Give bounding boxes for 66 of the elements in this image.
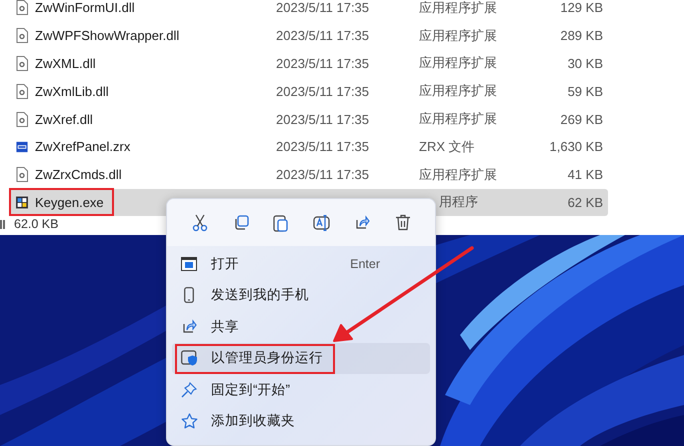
file-type: 应用程序扩展 bbox=[419, 0, 498, 17]
menu-item[interactable]: 以管理员身份运行 bbox=[172, 342, 430, 374]
file-type: 应用程序扩展 bbox=[419, 26, 498, 45]
file-size: 1,630 KB bbox=[550, 139, 603, 154]
file-gear-icon bbox=[16, 167, 28, 182]
file-gear-icon bbox=[16, 28, 28, 44]
zrx-file-icon bbox=[16, 140, 28, 154]
file-date: 2023/5/11 17:35 bbox=[276, 167, 370, 182]
file-type: 应用程序扩展 bbox=[419, 54, 498, 72]
file-row[interactable]: ZwXrefPanel.zrx 2023/5/11 17:35 ZRX 文件 1,630 KB bbox=[10, 132, 608, 161]
file-name: ZwZrxCmds.dll bbox=[35, 167, 123, 182]
file-size: 129 KB bbox=[560, 0, 603, 16]
file-name: ZwXML.dll bbox=[35, 56, 97, 71]
file-gear-icon bbox=[16, 112, 28, 127]
file-size: 41 KB bbox=[568, 167, 603, 182]
phone-icon bbox=[184, 287, 194, 304]
menu-item[interactable]: 共享 bbox=[172, 311, 430, 342]
file-row[interactable]: ZwXML.dll 2023/5/11 17:35 应用程序扩展 30 KB bbox=[10, 50, 608, 78]
file-date: 2023/5/11 17:35 bbox=[276, 139, 370, 154]
share-icon[interactable] bbox=[354, 214, 370, 230]
rename-icon[interactable] bbox=[312, 214, 331, 230]
file-row[interactable]: ZwZrxCmds.dll 2023/5/11 17:35 应用程序扩展 41 KB bbox=[10, 160, 608, 189]
file-type: 用程序 bbox=[438, 193, 479, 212]
file-gear-icon bbox=[16, 84, 28, 99]
selection-size: 62.0 KB bbox=[14, 217, 58, 231]
file-date: 2023/5/11 17:35 bbox=[276, 56, 370, 71]
application-icon bbox=[16, 194, 28, 210]
file-type: 应用程序扩展 bbox=[419, 110, 498, 128]
file-row[interactable]: ZwWPFShowWrapper.dll 2023/5/11 17:35 应用程序扩展 289 KB bbox=[10, 22, 608, 50]
shield-window-icon bbox=[180, 350, 198, 366]
file-size: 59 KB bbox=[568, 84, 603, 99]
delete-icon[interactable] bbox=[394, 214, 411, 231]
file-type: 应用程序扩展 bbox=[419, 166, 498, 184]
file-name: Keygen.exe bbox=[35, 194, 105, 210]
file-size: 30 KB bbox=[568, 56, 603, 71]
file-row[interactable]: ZwXref.dll 2023/5/11 17:35 应用程序扩展 269 KB bbox=[10, 105, 608, 133]
file-row[interactable]: ZwXmlLib.dll 2023/5/11 17:35 应用程序扩展 59 KB bbox=[10, 77, 608, 106]
file-size: 269 KB bbox=[560, 112, 603, 127]
menu-item[interactable]: 发送到我的手机 bbox=[172, 280, 430, 311]
menu-item[interactable]: 打开 Enter bbox=[172, 248, 430, 280]
file-name: ZwWinFormUI.dll bbox=[35, 0, 136, 16]
cut-icon[interactable] bbox=[192, 214, 208, 232]
window-icon bbox=[181, 256, 197, 271]
paste-icon[interactable] bbox=[273, 214, 290, 232]
file-date: 2023/5/11 17:35 bbox=[276, 28, 370, 44]
file-row[interactable]: ZwWinFormUI.dll 2023/5/11 17:35 应用程序扩展 129 KB bbox=[10, 0, 608, 22]
file-name: ZwWPFShowWrapper.dll bbox=[35, 28, 180, 44]
share-icon bbox=[181, 318, 197, 335]
file-date: 2023/5/11 17:35 bbox=[276, 0, 370, 16]
file-type: ZRX 文件 bbox=[419, 138, 476, 156]
menu-item[interactable]: 添加到收藏夹 bbox=[172, 406, 430, 437]
file-size: 289 KB bbox=[560, 28, 603, 44]
file-size: 62 KB bbox=[568, 194, 603, 210]
file-date: 2023/5/11 17:35 bbox=[276, 84, 370, 99]
file-name: ZwXrefPanel.zrx bbox=[35, 139, 132, 154]
view-icon[interactable] bbox=[0, 220, 5, 228]
file-type: 应用程序扩展 bbox=[419, 82, 498, 100]
file-date: 2023/5/11 17:35 bbox=[276, 112, 370, 127]
file-name: ZwXmlLib.dll bbox=[35, 84, 110, 99]
file-gear-icon bbox=[16, 56, 28, 71]
copy-icon[interactable] bbox=[232, 214, 249, 230]
menu-item[interactable]: 固定到“开始” bbox=[172, 374, 430, 406]
file-gear-icon bbox=[16, 0, 28, 16]
pin-icon bbox=[181, 382, 197, 398]
star-icon bbox=[180, 413, 198, 430]
file-name: ZwXref.dll bbox=[35, 112, 94, 127]
